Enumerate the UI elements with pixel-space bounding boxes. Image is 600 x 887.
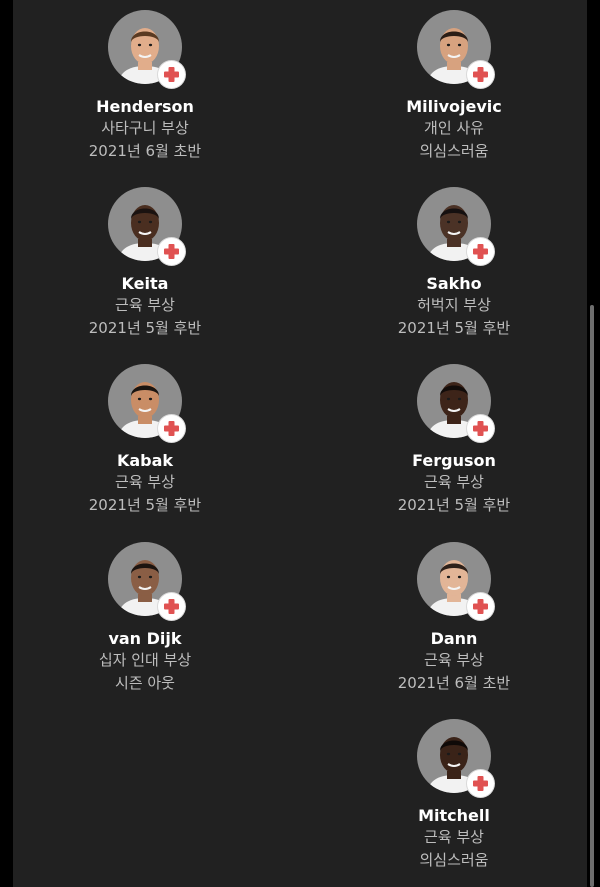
player-card-henderson[interactable]: Henderson 사타구니 부상 2021년 6월 초반 <box>35 10 255 163</box>
player-name: Ferguson <box>412 451 496 470</box>
red-cross-icon <box>467 61 494 88</box>
injury-type: 근육 부상 <box>115 473 175 491</box>
avatar-wrap <box>108 542 185 620</box>
player-card-sakho[interactable]: Sakho 허벅지 부상 2021년 5월 후반 <box>344 187 564 340</box>
player-name: Keita <box>121 274 169 293</box>
avatar-wrap <box>108 187 185 265</box>
injury-type: 근육 부상 <box>424 473 484 491</box>
player-name: van Dijk <box>108 629 182 648</box>
player-name: Dann <box>430 629 478 648</box>
red-cross-icon <box>467 238 494 265</box>
scrollbar[interactable] <box>590 305 594 887</box>
expected-return: 2021년 6월 초반 <box>88 142 202 160</box>
expected-return: 2021년 5월 후반 <box>397 496 511 514</box>
red-cross-icon <box>467 415 494 442</box>
player-name: Milivojevic <box>406 97 502 116</box>
avatar-wrap <box>417 364 494 442</box>
expected-return: 2021년 5월 후반 <box>88 319 202 337</box>
injury-type: 근육 부상 <box>424 651 484 669</box>
injury-type: 허벅지 부상 <box>417 296 491 314</box>
player-name: Mitchell <box>418 806 490 825</box>
injury-type: 십자 인대 부상 <box>98 651 192 669</box>
expected-return: 2021년 5월 후반 <box>88 496 202 514</box>
injury-type: 사타구니 부상 <box>101 119 189 137</box>
red-cross-icon <box>467 770 494 797</box>
player-card-kabak[interactable]: Kabak 근육 부상 2021년 5월 후반 <box>35 364 255 517</box>
expected-return: 시즌 아웃 <box>115 674 175 692</box>
injury-type: 근육 부상 <box>424 828 484 846</box>
avatar-wrap <box>417 187 494 265</box>
avatar-wrap <box>108 364 185 442</box>
red-cross-icon <box>467 593 494 620</box>
red-cross-icon <box>158 593 185 620</box>
expected-return: 2021년 5월 후반 <box>397 319 511 337</box>
red-cross-icon <box>158 61 185 88</box>
expected-return: 의심스러움 <box>419 142 489 160</box>
avatar-wrap <box>417 542 494 620</box>
player-card-milivojevic[interactable]: Milivojevic 개인 사유 의심스러움 <box>344 10 564 163</box>
expected-return: 2021년 6월 초반 <box>397 674 511 692</box>
avatar-wrap <box>417 719 494 797</box>
player-card-keita[interactable]: Keita 근육 부상 2021년 5월 후반 <box>35 187 255 340</box>
avatar-wrap <box>417 10 494 88</box>
avatar-wrap <box>108 10 185 88</box>
player-card-ferguson[interactable]: Ferguson 근육 부상 2021년 5월 후반 <box>344 364 564 517</box>
player-card-dann[interactable]: Dann 근육 부상 2021년 6월 초반 <box>344 542 564 695</box>
red-cross-icon <box>158 415 185 442</box>
injury-type: 근육 부상 <box>115 296 175 314</box>
player-name: Henderson <box>96 97 194 116</box>
injury-type: 개인 사유 <box>424 119 484 137</box>
expected-return: 의심스러움 <box>419 851 489 869</box>
player-name: Sakho <box>426 274 482 293</box>
player-card-van-dijk[interactable]: van Dijk 십자 인대 부상 시즌 아웃 <box>35 542 255 695</box>
player-name: Kabak <box>116 451 174 470</box>
player-card-mitchell[interactable]: Mitchell 근육 부상 의심스러움 <box>344 719 564 872</box>
red-cross-icon <box>158 238 185 265</box>
